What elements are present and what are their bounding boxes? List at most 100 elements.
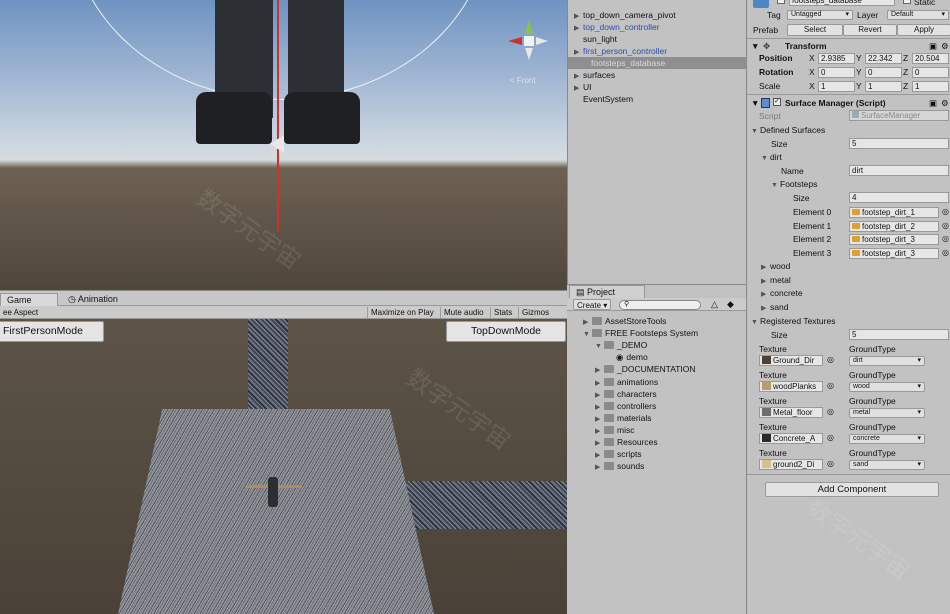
create-dropdown[interactable]: Create ▾ xyxy=(573,299,612,310)
project-item[interactable]: ▶ misc xyxy=(595,424,634,436)
groundtype-dropdown[interactable]: wood xyxy=(849,382,925,392)
groundtype-dropdown[interactable]: concrete xyxy=(849,434,925,444)
object-picker-icon[interactable]: ◎ xyxy=(827,407,835,416)
groundtype-dropdown[interactable]: dirt xyxy=(849,356,925,366)
scale-axis-1-field[interactable]: 1 xyxy=(865,81,902,92)
scale-axis-0-field[interactable]: 1 xyxy=(818,81,855,92)
position-axis-1-field[interactable]: 22.342 xyxy=(865,53,902,64)
tab-animation[interactable]: ◷ Animation xyxy=(62,293,124,307)
surface-manager-help-icon[interactable]: ▣ xyxy=(929,97,937,109)
project-item[interactable]: ▶ animations xyxy=(595,376,658,388)
object-name-field[interactable]: footsteps_database xyxy=(789,0,895,6)
surface-foldout-sand[interactable]: ▶ sand xyxy=(761,301,788,313)
surface-foldout-metal[interactable]: ▶ metal xyxy=(761,274,791,286)
object-picker-icon[interactable]: ◎ xyxy=(942,248,950,257)
scale-axis-2-field[interactable]: 1 xyxy=(912,81,949,92)
footsteps-size-field[interactable]: 4 xyxy=(849,192,949,203)
object-picker-icon[interactable]: ◎ xyxy=(942,234,950,243)
project-item[interactable]: ▼ FREE Footsteps System xyxy=(583,327,698,339)
mute-audio-button[interactable]: Mute audio xyxy=(440,307,487,318)
prefab-apply-button[interactable]: Apply xyxy=(897,24,950,36)
project-item[interactable]: ▼ _DEMO xyxy=(595,339,647,351)
project-item[interactable]: ▶ scripts xyxy=(595,448,642,460)
project-item[interactable]: ▶ sounds xyxy=(595,460,644,472)
position-axis-0-field[interactable]: 2.9385 xyxy=(818,53,855,64)
footstep-element-field[interactable]: footstep_dirt_1 xyxy=(849,207,939,218)
defined-surfaces-foldout[interactable]: ▼ Defined Surfaces xyxy=(751,124,825,136)
surface-manager-foldout[interactable]: ▼ xyxy=(751,97,759,109)
y-axis-handle[interactable] xyxy=(277,0,279,232)
object-picker-icon[interactable]: ◎ xyxy=(827,459,835,468)
top-down-mode-button[interactable]: TopDownMode xyxy=(446,321,566,342)
texture-field[interactable]: Ground_Dir xyxy=(759,355,823,366)
rotation-axis-1-field[interactable]: 0 xyxy=(865,67,902,78)
dirt-foldout[interactable]: ▼ dirt xyxy=(761,151,782,163)
layer-dropdown[interactable]: Default xyxy=(887,10,949,20)
registered-size-field[interactable]: 5 xyxy=(849,329,949,340)
stats-button[interactable]: Stats xyxy=(490,307,515,318)
add-component-button[interactable]: Add Component xyxy=(765,482,939,497)
transform-settings-icon[interactable]: ⚙ xyxy=(941,40,949,52)
aspect-dropdown[interactable]: ee Aspect xyxy=(0,307,108,318)
surface-foldout-concrete[interactable]: ▶ concrete xyxy=(761,287,803,299)
object-picker-icon[interactable]: ◎ xyxy=(942,207,950,216)
transform-help-icon[interactable]: ▣ xyxy=(929,40,937,52)
hierarchy-item[interactable]: footsteps_database xyxy=(568,57,747,69)
hierarchy-item[interactable]: sun_light xyxy=(574,33,617,45)
expand-arrow-icon[interactable]: ▶ xyxy=(595,462,604,474)
object-picker-icon[interactable]: ◎ xyxy=(827,433,835,442)
object-picker-icon[interactable]: ◎ xyxy=(942,221,950,230)
project-search-input[interactable]: ⚲ xyxy=(619,300,701,310)
object-picker-icon[interactable]: ◎ xyxy=(827,381,835,390)
tab-game[interactable]: Game xyxy=(0,293,58,307)
rotation-axis-2-field[interactable]: 0 xyxy=(912,67,949,78)
hierarchy-item[interactable]: ▶ UI xyxy=(574,81,592,93)
project-item[interactable]: ◉ demo xyxy=(607,351,648,363)
prefab-revert-button[interactable]: Revert xyxy=(843,24,897,36)
project-item[interactable]: ▶ controllers xyxy=(595,400,656,412)
groundtype-dropdown[interactable]: metal xyxy=(849,408,925,418)
footstep-element-field[interactable]: footstep_dirt_2 xyxy=(849,220,939,232)
groundtype-dropdown[interactable]: sand xyxy=(849,460,925,470)
hierarchy-item[interactable]: ▶ first_person_controller xyxy=(574,45,667,57)
project-item[interactable]: ▶ materials xyxy=(595,412,651,424)
gizmos-dropdown[interactable]: Gizmos xyxy=(518,307,552,318)
active-checkbox[interactable] xyxy=(777,0,785,4)
maximize-on-play-button[interactable]: Maximize on Play xyxy=(367,307,437,318)
expand-arrow-icon[interactable]: ▼ xyxy=(595,341,604,353)
surface-manager-enabled-checkbox[interactable]: ✓ xyxy=(773,98,781,106)
footsteps-foldout[interactable]: ▼ Footsteps xyxy=(771,178,817,190)
hierarchy-item[interactable]: ▶ surfaces xyxy=(574,69,615,81)
surface-manager-settings-icon[interactable]: ⚙ xyxy=(941,97,949,109)
project-item[interactable]: ▶ characters xyxy=(595,388,657,400)
texture-field[interactable]: Concrete_A xyxy=(759,433,823,444)
static-checkbox[interactable] xyxy=(903,0,911,4)
texture-field[interactable]: woodPlanks xyxy=(759,381,823,392)
texture-field[interactable]: Metal_floor xyxy=(759,407,823,418)
name-field[interactable]: dirt xyxy=(849,165,949,176)
filter-by-type-icon[interactable]: △ xyxy=(711,299,718,310)
filter-by-label-icon[interactable]: ◆ xyxy=(727,299,734,310)
tag-dropdown[interactable]: Untagged xyxy=(787,10,853,20)
expand-arrow-icon[interactable]: ▼ xyxy=(583,329,592,341)
view-gizmo[interactable] xyxy=(500,12,560,72)
transform-foldout[interactable]: ▼ xyxy=(751,40,759,52)
scene-view[interactable]: < Front xyxy=(0,0,567,290)
object-picker-icon[interactable]: ◎ xyxy=(827,355,835,364)
game-view[interactable]: FirstPersonMode TopDownMode xyxy=(0,319,567,614)
position-axis-2-field[interactable]: 20.504 xyxy=(912,53,949,64)
tab-project[interactable]: ▤ Project xyxy=(569,285,645,299)
hierarchy-item[interactable]: ▶ top_down_controller xyxy=(574,21,660,33)
project-item[interactable]: ▶ _DOCUMENTATION xyxy=(595,363,696,375)
registered-textures-foldout[interactable]: ▼ Registered Textures xyxy=(751,315,835,327)
first-person-mode-button[interactable]: FirstPersonMode xyxy=(0,321,104,342)
footstep-element-field[interactable]: footstep_dirt_3 xyxy=(849,248,939,260)
project-item[interactable]: ▶ AssetStoreTools xyxy=(583,315,666,327)
prefab-select-button[interactable]: Select xyxy=(787,24,843,36)
texture-field[interactable]: ground2_Di xyxy=(759,459,823,470)
rotation-axis-0-field[interactable]: 0 xyxy=(818,67,855,78)
project-item[interactable]: ▶ Resources xyxy=(595,436,658,448)
footstep-element-field[interactable]: footstep_dirt_3 xyxy=(849,234,939,246)
surface-foldout-wood[interactable]: ▶ wood xyxy=(761,260,790,272)
surfaces-size-field[interactable]: 5 xyxy=(849,138,949,149)
